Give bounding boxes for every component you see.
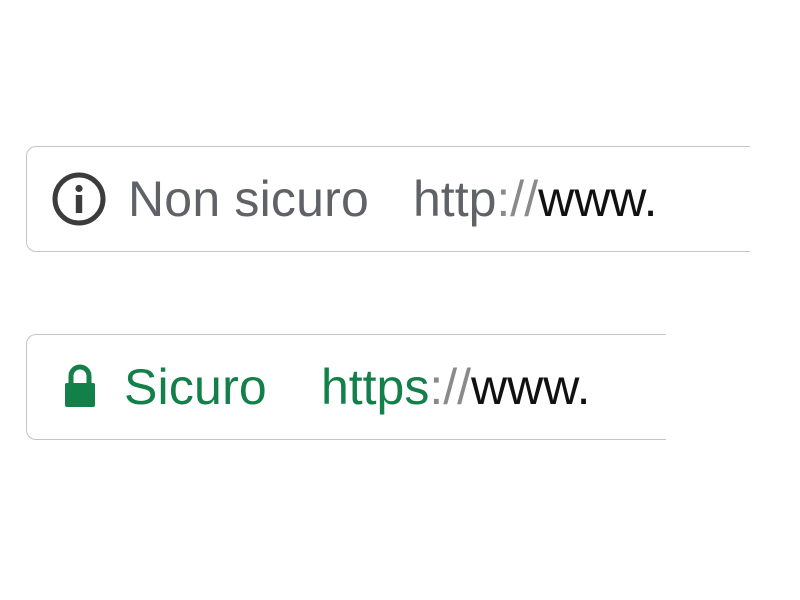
url-separator: :// bbox=[496, 171, 539, 227]
url-scheme: http bbox=[413, 171, 497, 227]
address-bar-insecure[interactable]: Non sicuro http://www. bbox=[26, 146, 750, 252]
url-text[interactable]: https://www. bbox=[321, 358, 591, 416]
url-host: www. bbox=[471, 359, 591, 415]
url-scheme: https bbox=[320, 359, 430, 415]
lock-icon[interactable] bbox=[63, 363, 97, 411]
security-status-label[interactable]: Sicuro bbox=[124, 358, 267, 416]
url-text[interactable]: http://www. bbox=[413, 170, 658, 228]
address-bar-secure[interactable]: Sicuro https://www. bbox=[26, 334, 666, 440]
info-circle-icon[interactable] bbox=[51, 171, 107, 227]
url-host: www. bbox=[538, 171, 658, 227]
security-status-label[interactable]: Non sicuro bbox=[128, 170, 369, 228]
url-separator: :// bbox=[429, 359, 472, 415]
